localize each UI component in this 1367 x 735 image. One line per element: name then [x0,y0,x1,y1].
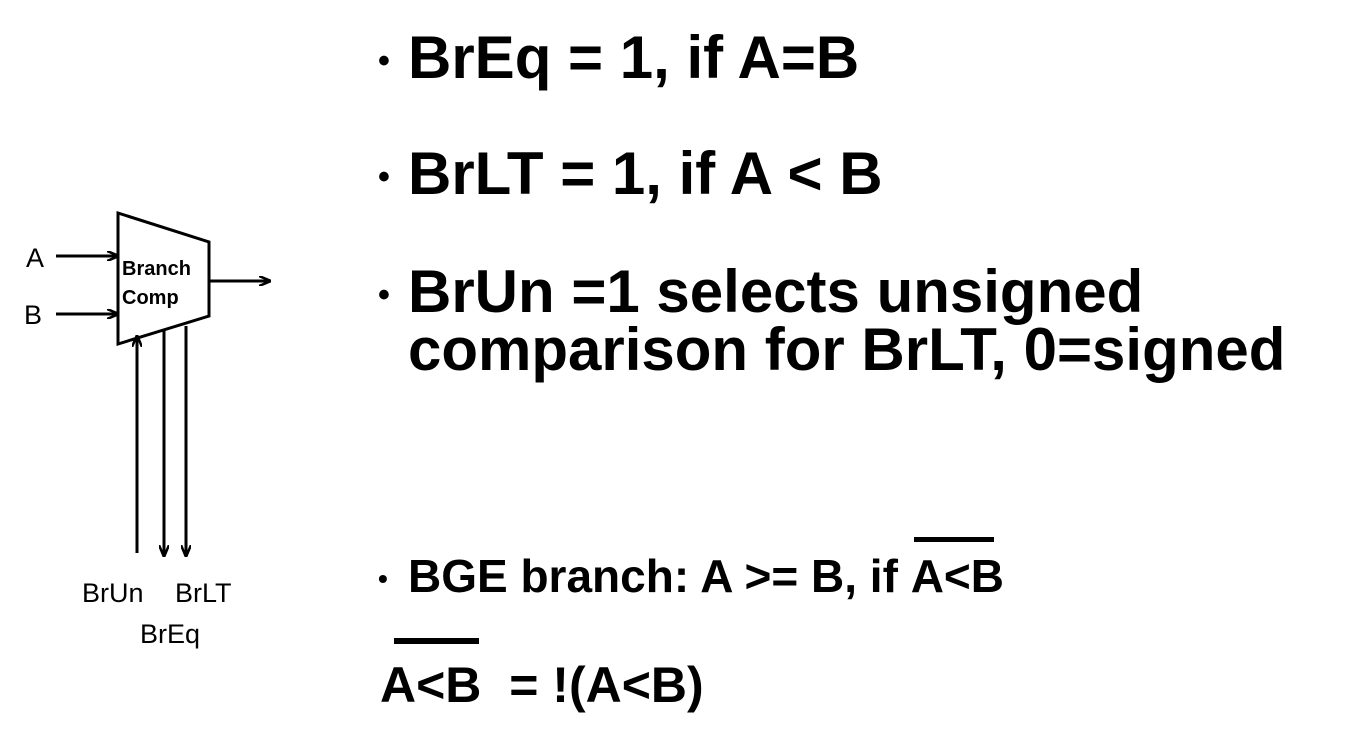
bullet-dot: • [378,275,390,314]
bullet-dot: • [378,563,388,595]
signal-breq-label: BrEq [140,619,200,649]
bullet-brun-line1: BrUn =1 selects unsigned [408,258,1144,325]
bullet-brun-line2: comparison for BrLT, 0=signed [408,316,1286,383]
bullet-bge: • BGE branch: A >= B, if A<B [378,537,1004,602]
bullet-brun: • BrUn =1 selects unsigned comparison for… [378,262,1285,380]
bullet-dot: • [378,157,390,196]
bullet-breq: • BrEq = 1, if A=B [378,28,859,88]
bullet-bge-overlined-condition: A<B [910,537,1004,602]
bullet-brlt-text: BrLT = 1, if A < B [408,140,883,207]
block-label-line2: Comp [122,287,179,309]
signal-brun-label: BrUn [82,578,144,608]
block-label-line1: Branch [122,258,191,280]
formula-overlined-term: A<B [380,638,482,713]
bullet-brlt: • BrLT = 1, if A < B [378,144,883,204]
bullet-bge-prefix: BGE branch: A >= B, if [408,550,911,602]
bullet-breq-text: BrEq = 1, if A=B [408,24,860,91]
formula-rest: = !(A<B) [481,657,704,713]
not-less-than-formula: A<B = !(A<B) [380,638,704,713]
signal-brlt-label: BrLT [175,578,232,608]
input-b-label: B [24,300,42,330]
bullet-dot: • [378,41,390,80]
input-a-label: A [26,243,44,273]
